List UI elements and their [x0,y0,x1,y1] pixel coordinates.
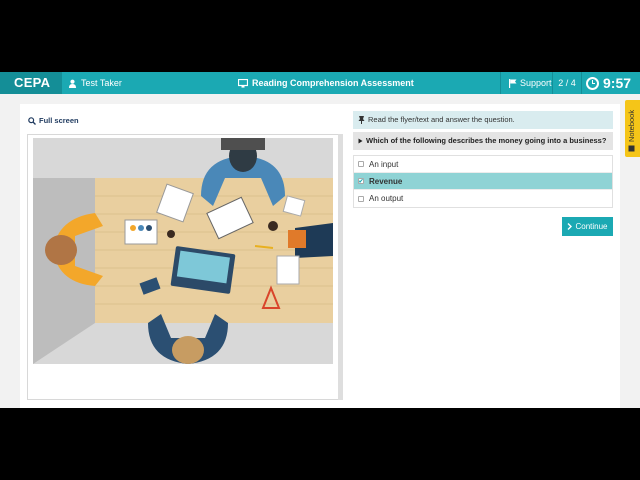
question-bar: Which of the following describes the mon… [353,132,613,150]
option-label: An input [369,159,399,169]
fullscreen-label: Full screen [39,116,79,125]
user-info: Test Taker [68,72,122,94]
main-content: Full screen Read the flyer/text and answ… [20,104,620,408]
office-desk-illustration [33,138,333,364]
top-bar: CEPA Test Taker Reading Comprehension As… [0,72,640,94]
instruction-bar: Read the flyer/text and answer the quest… [353,111,613,129]
app-window: CEPA Test Taker Reading Comprehension As… [0,72,640,408]
flag-icon [509,78,517,88]
timer-value: 9:57 [603,75,632,91]
instruction-text: Read the flyer/text and answer the quest… [368,115,515,124]
question-text: Which of the following describes the mon… [366,136,607,145]
flyer-image-frame [27,134,343,400]
brand-logo: CEPA [0,72,62,94]
continue-button[interactable]: Continue [562,217,613,236]
assessment-title-text: Reading Comprehension Assessment [252,78,414,88]
monitor-icon [238,78,248,88]
option-checkbox-checked[interactable]: ✔ [358,178,364,185]
fullscreen-button[interactable]: Full screen [28,116,79,125]
chevron-right-icon [567,223,573,230]
support-button[interactable]: Support [500,72,552,94]
assessment-title: Reading Comprehension Assessment [238,72,414,94]
timer: 9:57 [586,72,631,94]
option-an-output[interactable]: An output [354,190,612,207]
screen: CEPA Test Taker Reading Comprehension As… [0,0,640,480]
clock-icon [586,76,599,90]
option-label: An output [369,194,404,203]
support-label: Support [520,78,552,88]
page-indicator: 2 / 4 [552,72,582,94]
notebook-tab[interactable]: Notebook [625,100,640,157]
user-label: Test Taker [81,78,122,88]
search-icon [28,116,36,125]
caret-icon [358,138,363,144]
option-label: Revenue [369,176,403,186]
option-checkbox[interactable] [358,161,364,167]
option-an-input[interactable]: An input [354,156,612,173]
pin-icon [358,116,365,124]
option-checkbox[interactable] [358,195,364,202]
notebook-label: Notebook [627,109,636,142]
notebook-icon [628,145,635,152]
answer-options: An input ✔ Revenue An output [353,155,613,208]
image-scrollbar[interactable] [338,134,343,400]
continue-label: Continue [575,222,608,231]
user-icon [68,79,77,88]
option-revenue[interactable]: ✔ Revenue [354,173,612,190]
notebook-label-wrap: Notebook [627,110,636,152]
